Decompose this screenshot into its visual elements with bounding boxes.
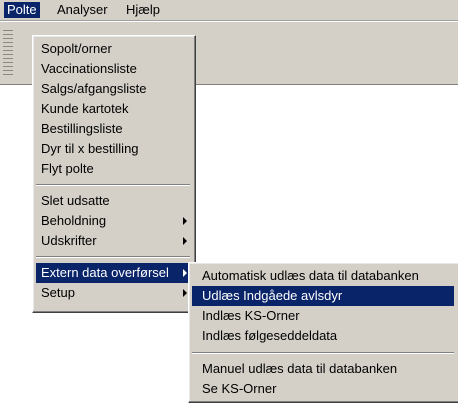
menu-item-kunde-kartotek[interactable]: Kunde kartotek xyxy=(36,99,195,119)
menu-item-beholdning-label: Beholdning xyxy=(41,213,107,228)
menu-item-udskrifter[interactable]: Udskrifter xyxy=(36,231,195,251)
submenu-arrow-icon xyxy=(183,217,187,225)
menu-item-slet-udsatte[interactable]: Slet udsatte xyxy=(36,191,195,211)
menu-item-dyr-til-x-bestilling[interactable]: Dyr til x bestilling xyxy=(36,139,195,159)
submenu-item-se-ks-orner[interactable]: Se KS-Orner xyxy=(192,379,454,399)
window-edge-marks xyxy=(3,30,13,75)
menu-item-setup[interactable]: Setup xyxy=(36,283,195,303)
submenu-item-udlaes-indgaaede-avlsdyr[interactable]: Udlæs Indgåede avlsdyr xyxy=(192,286,454,306)
menu-item-bestillingsliste[interactable]: Bestillingsliste xyxy=(36,119,195,139)
menu-item-flyt-polte[interactable]: Flyt polte xyxy=(36,159,195,179)
menu-item-beholdning[interactable]: Beholdning xyxy=(36,211,195,231)
submenu-arrow-icon xyxy=(183,237,187,245)
submenu-item-automatisk-udlaes[interactable]: Automatisk udlæs data til databanken xyxy=(192,266,454,286)
extern-data-submenu: Automatisk udlæs data til databanken Udl… xyxy=(188,262,458,403)
submenu-separator xyxy=(192,352,454,354)
menu-hjaelp[interactable]: Hjælp xyxy=(123,2,163,18)
menu-item-extern-data-overforsel-label: Extern data overførsel xyxy=(41,265,169,280)
submenu-arrow-icon xyxy=(183,289,187,297)
menu-item-setup-label: Setup xyxy=(41,285,75,300)
submenu-item-manuel-udlaes[interactable]: Manuel udlæs data til databanken xyxy=(192,359,454,379)
submenu-item-indlaes-ks-orner[interactable]: Indlæs KS-Orner xyxy=(192,306,454,326)
menu-separator xyxy=(36,184,190,186)
menu-analyser[interactable]: Analyser xyxy=(54,2,111,18)
menu-item-sopolt-orner[interactable]: Sopolt/orner xyxy=(36,39,195,59)
submenu-arrow-icon xyxy=(183,269,187,277)
menu-item-vaccinationsliste[interactable]: Vaccinationsliste xyxy=(36,59,195,79)
menu-polte[interactable]: Polte xyxy=(4,2,40,18)
polte-dropdown-menu: Sopolt/orner Vaccinationsliste Salgs/afg… xyxy=(32,35,196,313)
menu-separator xyxy=(36,256,190,258)
submenu-item-indlaes-folgeseddeldata[interactable]: Indlæs følgeseddeldata xyxy=(192,326,454,346)
menu-bar: Polte Analyser Hjælp xyxy=(0,0,458,21)
menu-item-salgs-afgangsliste[interactable]: Salgs/afgangsliste xyxy=(36,79,195,99)
menu-item-extern-data-overforsel[interactable]: Extern data overførsel xyxy=(36,263,195,283)
menu-item-udskrifter-label: Udskrifter xyxy=(41,233,97,248)
